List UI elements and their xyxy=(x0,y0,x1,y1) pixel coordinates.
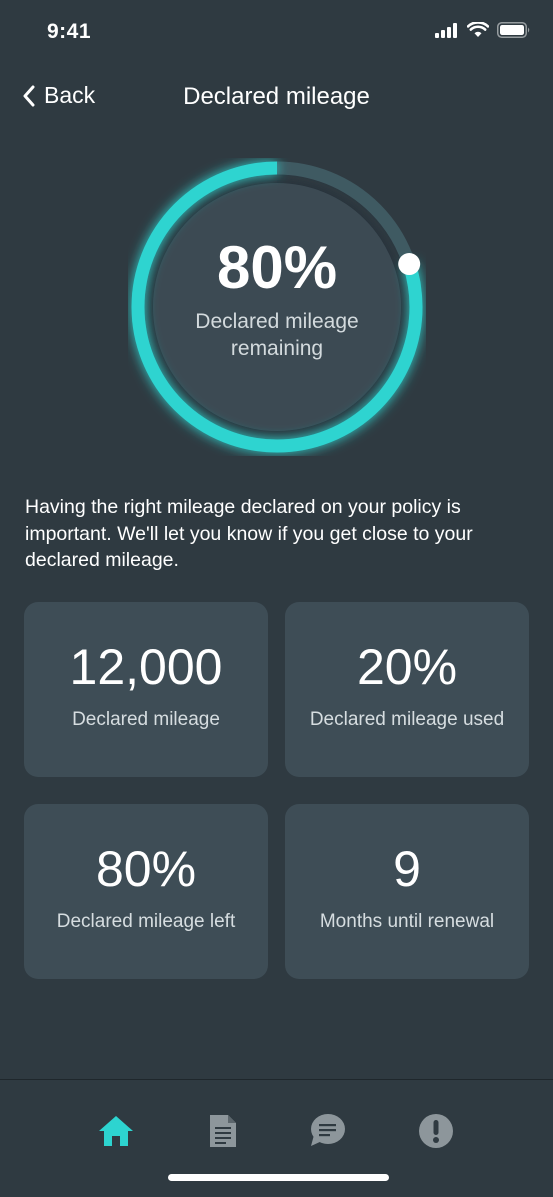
gauge-label: Declared mileage remaining xyxy=(195,310,359,360)
status-bar: 9:41 xyxy=(0,0,553,60)
navigation-bar: Back Declared mileage xyxy=(0,70,553,126)
document-icon xyxy=(210,1115,236,1147)
stat-value: 20% xyxy=(356,639,458,695)
tab-alerts[interactable] xyxy=(411,1106,461,1156)
stat-value: 12,000 xyxy=(69,639,223,695)
stat-label: Months until renewal xyxy=(319,911,495,932)
status-time: 9:41 xyxy=(47,20,92,43)
mileage-gauge: 80% Declared mileage remaining xyxy=(128,158,426,456)
battery-icon xyxy=(497,22,530,38)
gauge-value: 80% xyxy=(216,234,338,301)
status-icons xyxy=(435,22,531,38)
tab-documents[interactable] xyxy=(198,1106,248,1156)
home-icon xyxy=(99,1116,133,1146)
page-title: Declared mileage xyxy=(183,83,370,110)
wifi-icon xyxy=(467,22,489,37)
tab-home[interactable] xyxy=(91,1106,141,1156)
stat-card-mileage-left: 80% Declared mileage left xyxy=(24,804,268,979)
stat-label: Declared mileage left xyxy=(56,911,236,932)
signal-icon xyxy=(435,22,457,38)
stat-label: Declared mileage used xyxy=(309,709,505,730)
chat-icon xyxy=(311,1114,345,1146)
alert-icon xyxy=(419,1114,453,1148)
tab-chat[interactable] xyxy=(302,1106,352,1156)
stat-label: Declared mileage xyxy=(72,709,220,730)
stat-card-mileage-used: 20% Declared mileage used xyxy=(285,602,529,777)
stat-card-months-until-renewal: 9 Months until renewal xyxy=(285,804,529,979)
home-indicator xyxy=(168,1174,389,1181)
gauge-text: 80% Declared mileage remaining xyxy=(128,158,426,456)
description-text: Having the right mileage declared on you… xyxy=(25,496,473,571)
stat-card-declared-mileage: 12,000 Declared mileage xyxy=(24,602,268,777)
stat-value: 9 xyxy=(393,841,421,897)
stat-value: 80% xyxy=(95,841,197,897)
